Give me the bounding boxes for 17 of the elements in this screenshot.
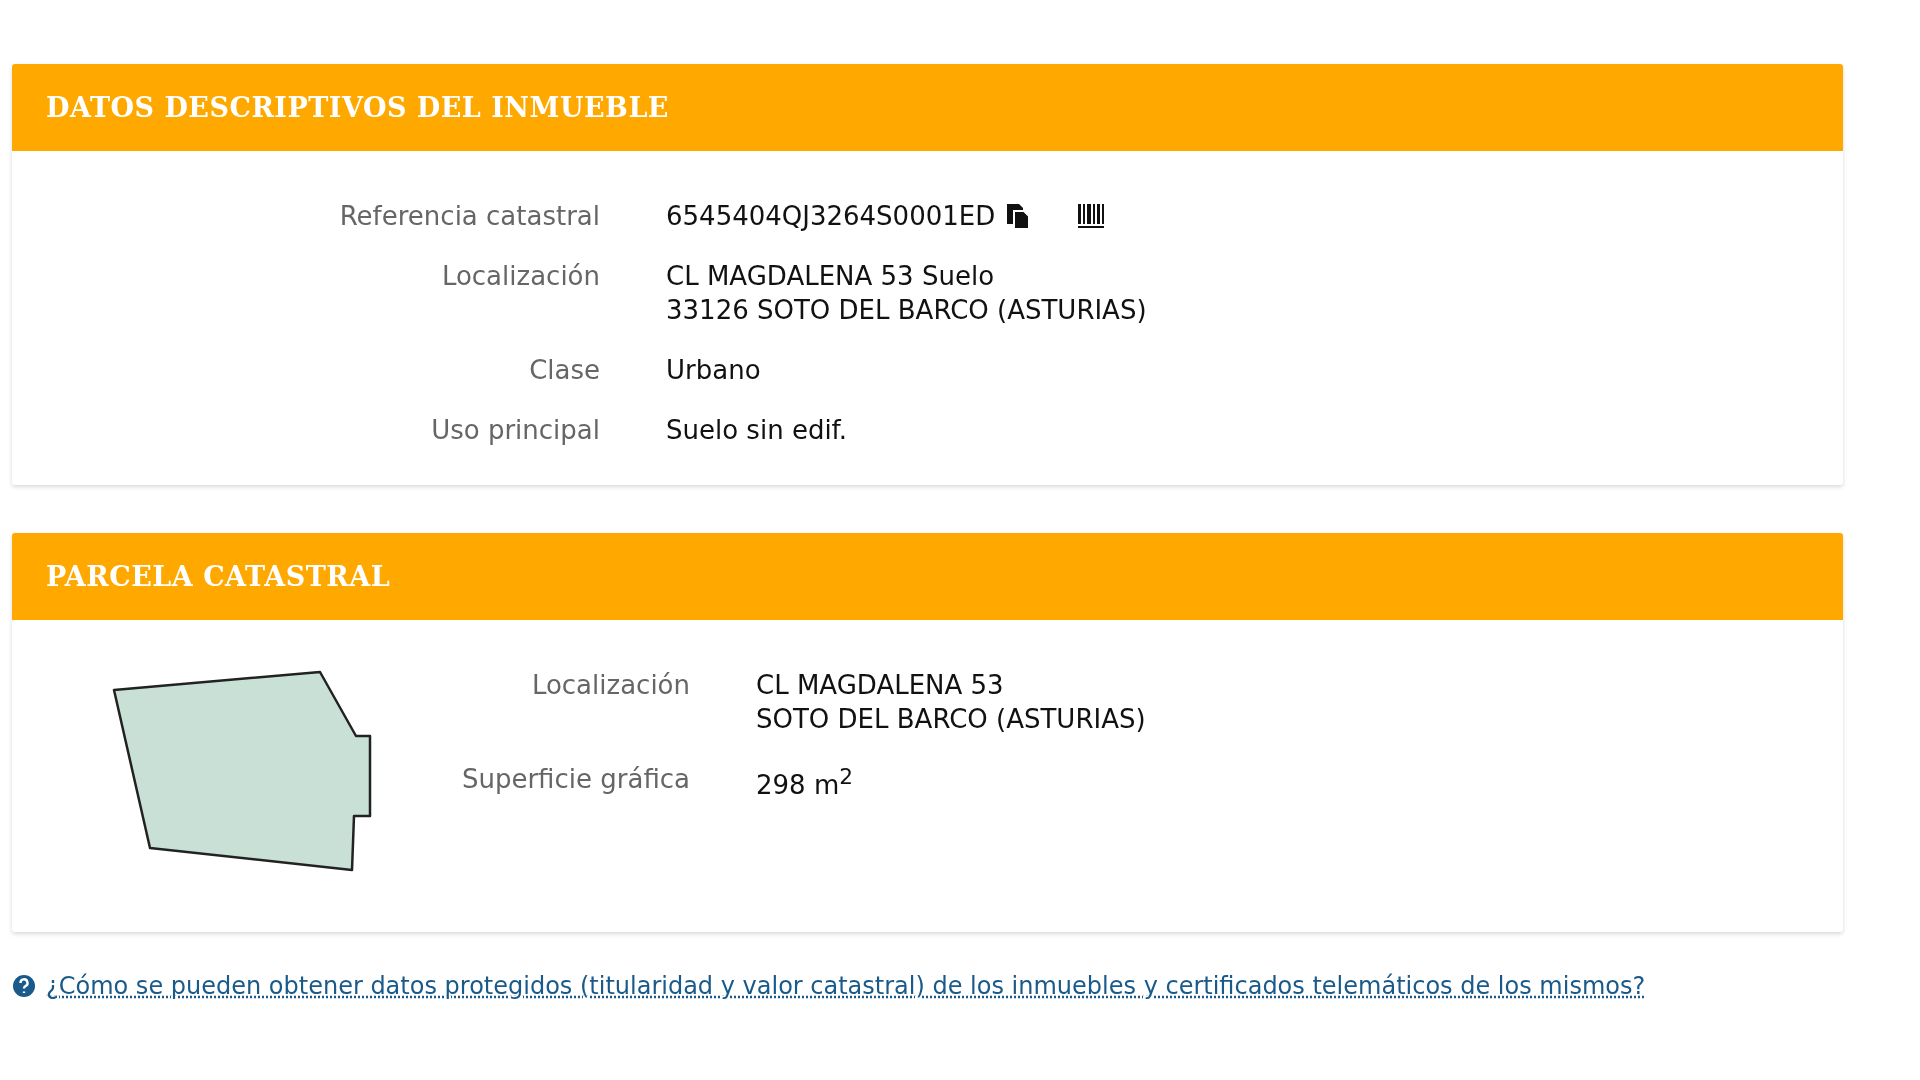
field-label: Superficie gráfica [460,764,690,796]
field-value: 298 m$^{2}$ [756,764,854,800]
field-value: 33126 SOTO DEL BARCO (ASTURIAS) [666,295,1148,325]
field-label: Localización [440,261,600,293]
field-value: 6545404QJ3264S0001ED [666,201,996,231]
section-header: DATOS DESCRIPTIVOS DEL INMUEBLE [12,64,1843,151]
field-value: CL MAGDALENA 53 Suelo [666,261,996,291]
field-value: Urbano [666,355,762,385]
section-header: PARCELA CATASTRAL [12,533,1843,620]
field-label: Localización [530,670,690,702]
field-value: SOTO DEL BARCO (ASTURIAS) [756,704,1147,734]
help-link[interactable]: ¿Cómo se pueden obtener datos protegidos (titularidad y valor catastral) de los inmuebles y certificados telemáticos de los mismos? [46,972,1646,1000]
field-value: Suelo sin edif. [666,415,849,445]
field-label: Uso principal [430,415,600,445]
field-value: CL MAGDALENA 53 [756,670,1005,700]
field-label: Clase [528,355,600,385]
field-label: Referencia catastral [338,201,600,231]
